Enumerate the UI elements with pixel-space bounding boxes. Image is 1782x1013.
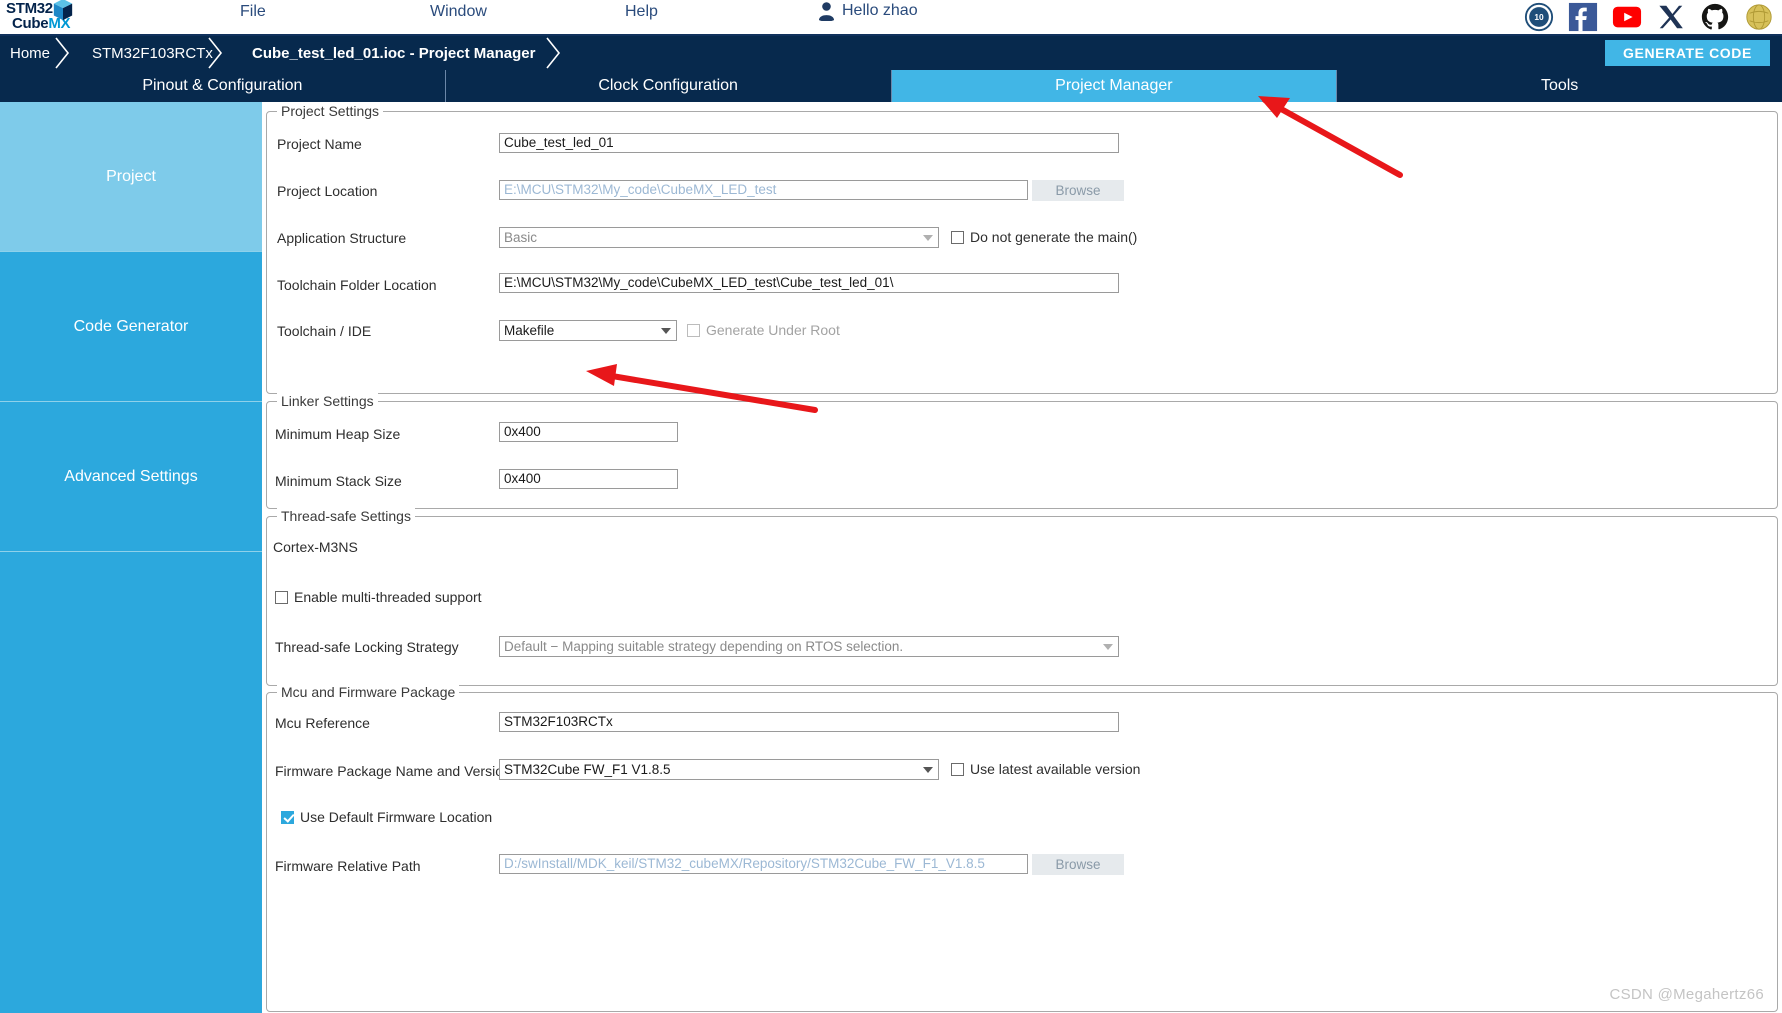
facebook-icon[interactable] [1568, 2, 1598, 32]
project-name-input[interactable]: Cube_test_led_01 [499, 133, 1119, 153]
firmware-relative-path-browse-button[interactable]: Browse [1032, 854, 1124, 875]
checkbox-box [951, 230, 964, 244]
project-location-input[interactable]: E:\MCU\STM32\My_code\CubeMX_LED_test [499, 180, 1028, 200]
breadcrumb-item-current[interactable]: Cube_test_led_01.ioc - Project Manager [252, 36, 535, 70]
toolchain-folder-location-input[interactable]: E:\MCU\STM32\My_code\CubeMX_LED_test\Cub… [499, 273, 1119, 293]
breadcrumb-item-mcu[interactable]: STM32F103RCTx [92, 36, 213, 70]
tab-tools[interactable]: Tools [1337, 70, 1782, 102]
main-tab-bar: Pinout & Configuration Clock Configurati… [0, 70, 1782, 102]
generate-under-root-label: Generate Under Root [706, 322, 840, 338]
chevron-down-icon [923, 235, 933, 241]
main-body: Project Code Generator Advanced Settings… [0, 102, 1782, 1013]
project-location-label: Project Location [277, 183, 378, 199]
sidebar-item-advanced-settings[interactable]: Advanced Settings [0, 402, 262, 552]
user-greeting[interactable]: Hello zhao [818, 1, 918, 21]
menu-file[interactable]: File [240, 3, 266, 21]
project-location-browse-button[interactable]: Browse [1032, 180, 1124, 201]
do-not-generate-main-label: Do not generate the main() [970, 229, 1138, 245]
firmware-relative-path-input[interactable]: D:/swInstall/MDK_keil/STM32_cubeMX/Repos… [499, 854, 1028, 874]
do-not-generate-main-checkbox[interactable]: Do not generate the main() [951, 229, 1137, 245]
toolchain-ide-select[interactable]: Makefile [499, 320, 677, 341]
checkbox-box [275, 590, 288, 604]
checkbox-box [281, 810, 294, 824]
social-links: 10 [1524, 0, 1774, 34]
chevron-down-icon [661, 328, 671, 334]
application-structure-value: Basic [504, 230, 538, 245]
stm32cubemx-window: STM32 CubeMX File Window Help Hello zhao [0, 0, 1782, 1013]
chevron-right-icon [208, 37, 223, 69]
breadcrumb-item-home[interactable]: Home [10, 36, 50, 70]
generate-code-button[interactable]: GENERATE CODE [1605, 40, 1770, 66]
tab-pinout-configuration[interactable]: Pinout & Configuration [0, 70, 446, 102]
chevron-down-icon [1103, 644, 1113, 650]
use-latest-version-checkbox[interactable]: Use latest available version [951, 761, 1140, 777]
toolchain-ide-label: Toolchain / IDE [277, 323, 372, 339]
left-sidebar: Project Code Generator Advanced Settings [0, 102, 262, 1013]
minimum-heap-size-label: Minimum Heap Size [275, 426, 401, 442]
ten-years-badge-icon[interactable]: 10 [1524, 2, 1554, 32]
use-default-firmware-location-label: Use Default Firmware Location [300, 809, 493, 825]
menu-help[interactable]: Help [625, 3, 658, 21]
mcu-firmware-package-group: Mcu and Firmware Package Mcu Reference S… [266, 684, 1778, 1012]
sidebar-item-empty [0, 552, 262, 1013]
svg-text:10: 10 [1534, 12, 1544, 22]
greeting-text: Hello zhao [842, 2, 918, 19]
menu-window[interactable]: Window [430, 3, 487, 21]
x-twitter-icon[interactable] [1656, 2, 1686, 32]
linker-settings-title: Linker Settings [277, 393, 378, 409]
mcu-firmware-package-title: Mcu and Firmware Package [277, 684, 460, 700]
stm32cubemx-logo: STM32 CubeMX [6, 0, 76, 38]
chevron-down-icon [923, 767, 933, 773]
tab-project-manager[interactable]: Project Manager [891, 70, 1338, 102]
firmware-relative-path-label: Firmware Relative Path [275, 858, 421, 874]
thread-safe-settings-title: Thread-safe Settings [277, 508, 415, 524]
youtube-icon[interactable] [1612, 2, 1642, 32]
wiki-globe-icon[interactable] [1744, 2, 1774, 32]
mcu-reference-label: Mcu Reference [275, 715, 370, 731]
toolchain-ide-value: Makefile [504, 323, 555, 338]
checkbox-box [951, 762, 964, 776]
thread-safe-locking-strategy-label: Thread-safe Locking Strategy [275, 639, 459, 655]
chevron-right-icon [55, 37, 70, 69]
toolchain-folder-location-label: Toolchain Folder Location [277, 277, 437, 293]
project-settings-title: Project Settings [277, 103, 384, 119]
enable-multithreaded-support-label: Enable multi-threaded support [294, 589, 482, 605]
sidebar-item-code-generator[interactable]: Code Generator [0, 252, 262, 402]
tab-clock-configuration[interactable]: Clock Configuration [445, 70, 892, 102]
mcu-reference-input[interactable]: STM32F103RCTx [499, 712, 1119, 732]
cube-icon [53, 0, 73, 21]
project-manager-panel: Project Settings Project Name Cube_test_… [262, 102, 1782, 1013]
minimum-stack-size-input[interactable]: 0x400 [499, 469, 678, 489]
project-name-label: Project Name [277, 136, 362, 152]
minimum-heap-size-input[interactable]: 0x400 [499, 422, 678, 442]
application-structure-select[interactable]: Basic [499, 227, 939, 248]
user-avatar-icon [819, 2, 834, 21]
generate-under-root-checkbox[interactable]: Generate Under Root [687, 322, 840, 338]
application-structure-label: Application Structure [277, 230, 407, 246]
chevron-right-icon [546, 37, 561, 69]
thread-safe-locking-strategy-select[interactable]: Default − Mapping suitable strategy depe… [499, 636, 1119, 657]
github-icon[interactable] [1700, 2, 1730, 32]
firmware-package-value: STM32Cube FW_F1 V1.8.5 [504, 762, 671, 777]
enable-multithreaded-support-checkbox[interactable]: Enable multi-threaded support [275, 589, 482, 605]
firmware-package-select[interactable]: STM32Cube FW_F1 V1.8.5 [499, 759, 939, 780]
project-settings-group: Project Settings Project Name Cube_test_… [266, 103, 1778, 394]
linker-settings-group: Linker Settings Minimum Heap Size 0x400 … [266, 393, 1778, 509]
use-default-firmware-location-checkbox[interactable]: Use Default Firmware Location [281, 809, 492, 825]
breadcrumb: Home STM32F103RCTx Cube_test_led_01.ioc … [0, 36, 1782, 70]
thread-safe-locking-strategy-value: Default − Mapping suitable strategy depe… [504, 639, 904, 654]
thread-safe-settings-group: Thread-safe Settings Cortex-M3NS Enable … [266, 508, 1778, 686]
use-latest-version-label: Use latest available version [970, 761, 1141, 777]
sidebar-item-project[interactable]: Project [0, 102, 262, 252]
watermark: CSDN @Megahertz66 [1609, 986, 1764, 1003]
firmware-package-label: Firmware Package Name and Version [275, 763, 511, 779]
minimum-stack-size-label: Minimum Stack Size [275, 473, 402, 489]
top-menu-bar: STM32 CubeMX File Window Help Hello zhao [0, 0, 1782, 36]
cortex-core-label: Cortex-M3NS [273, 539, 358, 555]
checkbox-box [687, 323, 700, 337]
